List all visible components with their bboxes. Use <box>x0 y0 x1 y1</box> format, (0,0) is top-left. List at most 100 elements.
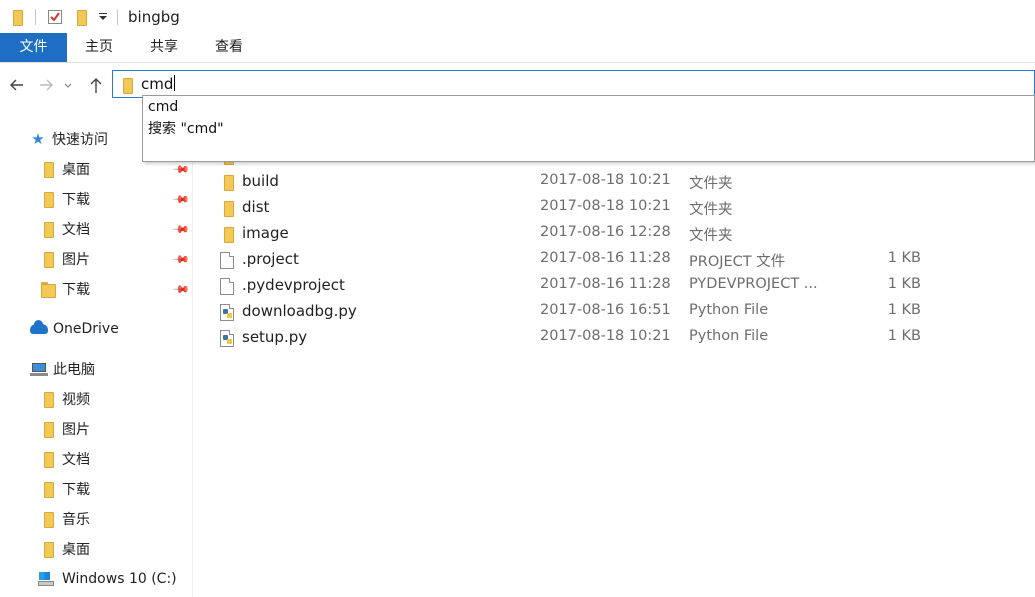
file-type: 文件夹 <box>689 228 733 244</box>
sidebar-item-pictures-pinned[interactable]: ▦ 图片 <box>40 245 90 273</box>
sidebar-item-label: 下载 <box>62 192 90 208</box>
file-row[interactable]: .project 2017-08-16 11:28 PROJECT 文件 1 K… <box>200 247 1035 273</box>
windows-drive-icon <box>38 572 54 586</box>
sidebar-item-desktop[interactable]: 桌面 <box>40 535 90 563</box>
folder-icon <box>220 226 236 246</box>
sidebar-item-onedrive[interactable]: OneDrive <box>30 315 119 343</box>
onedrive-cloud-icon <box>30 320 48 334</box>
file-type: Python File <box>689 328 769 344</box>
file-name: .project <box>242 250 299 268</box>
tab-home[interactable]: 主页 <box>68 33 130 62</box>
file-row[interactable]: dist 2017-08-18 10:21 文件夹 <box>200 195 1035 221</box>
documents-folder-icon: ≡ <box>40 451 56 468</box>
back-arrow-icon[interactable] <box>8 74 26 96</box>
folder-icon <box>40 281 56 298</box>
sidebar-item-quick-access[interactable]: ★ 快速访问 <box>30 125 108 153</box>
videos-folder-icon: ▤ <box>40 391 56 408</box>
file-icon <box>220 278 234 299</box>
file-date: 2017-08-18 10:21 <box>540 172 671 188</box>
file-icon <box>220 252 234 273</box>
navigation-pane: ★ 快速访问 桌面 📌 ⬇ 下载 📌 ≡ 文档 📌 ▦ 图片 📌 下载 📌 On… <box>0 107 193 597</box>
title-bar: bingbg <box>0 0 1035 33</box>
pin-icon[interactable]: 📌 <box>171 220 190 239</box>
sidebar-item-label: OneDrive <box>53 321 119 337</box>
star-icon: ★ <box>31 130 45 148</box>
forward-arrow-icon[interactable] <box>37 74 55 96</box>
pin-icon[interactable]: 📌 <box>171 280 190 299</box>
quick-access-toolbar <box>0 0 118 33</box>
file-name: image <box>242 224 289 242</box>
folder-icon <box>119 77 135 97</box>
python-file-icon <box>220 330 234 351</box>
downloads-folder-icon: ⬇ <box>40 481 56 498</box>
file-name: .pydevproject <box>242 276 345 294</box>
sidebar-item-windows-drive[interactable]: Windows 10 (C:) <box>38 565 177 593</box>
file-date: 2017-08-16 16:51 <box>540 302 671 318</box>
sidebar-item-documents-pinned[interactable]: ≡ 文档 <box>40 215 90 243</box>
file-date: 2017-08-18 10:21 <box>540 328 671 344</box>
address-value: cmd <box>141 75 174 93</box>
file-type: PROJECT 文件 <box>689 254 786 270</box>
pin-icon[interactable]: 📌 <box>171 250 190 269</box>
sidebar-item-label: 图片 <box>62 252 90 268</box>
pictures-folder-icon: ▦ <box>40 251 56 268</box>
ribbon-tabs: 文件 主页 共享 查看 <box>0 33 1035 63</box>
music-folder-icon: ♪ <box>40 511 56 528</box>
file-type: 文件夹 <box>689 176 733 192</box>
file-row[interactable]: build 2017-08-18 10:21 文件夹 <box>200 169 1035 195</box>
file-row[interactable]: downloadbg.py 2017-08-16 16:51 Python Fi… <box>200 299 1035 325</box>
file-type: 文件夹 <box>689 202 733 218</box>
pin-icon[interactable]: 📌 <box>171 160 190 179</box>
sidebar-item-label: 桌面 <box>62 162 90 178</box>
address-bar[interactable]: cmd <box>112 70 1035 98</box>
autocomplete-item[interactable]: cmd <box>148 97 178 117</box>
chevron-down-icon[interactable] <box>62 74 74 96</box>
sidebar-item-label: 视频 <box>62 392 90 408</box>
sidebar-item-label: Windows 10 (C:) <box>62 571 177 587</box>
properties-icon[interactable] <box>47 9 63 25</box>
desktop-folder-icon <box>40 541 56 558</box>
file-date: 2017-08-16 11:28 <box>540 276 671 292</box>
file-list: build 2017-08-18 10:21 文件夹 dist 2017-08-… <box>200 140 1035 597</box>
file-size: 1 KB <box>887 328 921 344</box>
tab-view[interactable]: 查看 <box>198 33 260 62</box>
sidebar-item-download-folder-pinned[interactable]: 下载 <box>40 275 90 303</box>
window-title: bingbg <box>128 7 180 26</box>
folder-icon[interactable] <box>9 9 25 26</box>
tab-file[interactable]: 文件 <box>0 33 67 62</box>
sidebar-item-label: 下载 <box>62 482 90 498</box>
new-folder-icon[interactable] <box>73 9 89 26</box>
sidebar-item-label: 此电脑 <box>53 362 95 378</box>
text-cursor <box>174 75 176 91</box>
desktop-folder-icon <box>40 161 56 178</box>
tab-share[interactable]: 共享 <box>133 33 195 62</box>
customize-dropdown-icon[interactable] <box>95 9 111 25</box>
file-row[interactable]: setup.py 2017-08-18 10:21 Python File 1 … <box>200 325 1035 351</box>
toolbar-divider <box>35 8 36 25</box>
address-autocomplete-dropdown: cmd 搜索 "cmd" <box>142 95 1035 162</box>
file-date: 2017-08-16 11:28 <box>540 250 671 266</box>
address-input[interactable]: cmd <box>141 75 176 93</box>
sidebar-item-music[interactable]: ♪ 音乐 <box>40 505 90 533</box>
file-size: 1 KB <box>887 302 921 318</box>
sidebar-item-label: 音乐 <box>62 512 90 528</box>
file-date: 2017-08-16 12:28 <box>540 224 671 240</box>
sidebar-item-label: 快速访问 <box>52 132 108 148</box>
file-name: build <box>242 172 279 190</box>
sidebar-item-this-pc[interactable]: 此电脑 <box>30 355 95 383</box>
up-arrow-icon[interactable] <box>87 74 105 96</box>
autocomplete-search-item[interactable]: 搜索 "cmd" <box>148 119 224 139</box>
sidebar-item-pictures[interactable]: ▦ 图片 <box>40 415 90 443</box>
file-row[interactable]: .pydevproject 2017-08-16 11:28 PYDEVPROJ… <box>200 273 1035 299</box>
sidebar-item-desktop-pinned[interactable]: 桌面 <box>40 155 90 183</box>
sidebar-item-downloads[interactable]: ⬇ 下载 <box>40 475 90 503</box>
sidebar-item-label: 文档 <box>62 452 90 468</box>
pictures-folder-icon: ▦ <box>40 421 56 438</box>
sidebar-item-documents[interactable]: ≡ 文档 <box>40 445 90 473</box>
pin-icon[interactable]: 📌 <box>171 190 190 209</box>
file-name: dist <box>242 198 270 216</box>
file-row[interactable]: image 2017-08-16 12:28 文件夹 <box>200 221 1035 247</box>
python-file-icon <box>220 304 234 325</box>
sidebar-item-downloads-pinned[interactable]: ⬇ 下载 <box>40 185 90 213</box>
sidebar-item-videos[interactable]: ▤ 视频 <box>40 385 90 413</box>
